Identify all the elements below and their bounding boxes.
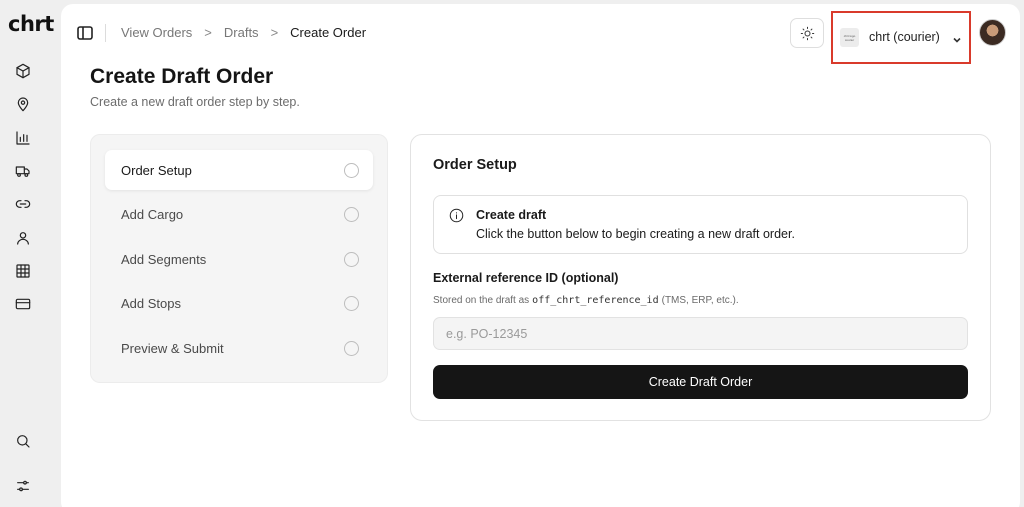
step-label: Add Segments xyxy=(121,251,207,267)
step-status-circle xyxy=(344,207,359,222)
org-name: chrt (courier) xyxy=(869,30,940,44)
page-title: Create Draft Order xyxy=(90,65,274,88)
breadcrumb-separator: > xyxy=(204,25,212,40)
package-icon[interactable] xyxy=(14,62,32,80)
theme-toggle-button[interactable] xyxy=(790,18,824,48)
card-title: Order Setup xyxy=(433,157,517,173)
sliders-icon[interactable] xyxy=(14,477,32,495)
chevron-down-icon xyxy=(952,32,962,43)
org-avatar: chrt logo courier xyxy=(840,28,859,47)
step-add-stops[interactable]: Add Stops xyxy=(105,283,373,323)
step-status-circle xyxy=(344,252,359,267)
info-alert: Create draft Click the button below to b… xyxy=(433,195,968,254)
breadcrumb: View Orders > Drafts > Create Order xyxy=(121,25,366,40)
link-icon[interactable] xyxy=(14,195,32,213)
step-label: Order Setup xyxy=(121,162,192,178)
info-title: Create draft xyxy=(476,208,547,222)
breadcrumb-separator: > xyxy=(270,25,279,40)
breadcrumb-view-orders[interactable]: View Orders xyxy=(121,25,192,40)
steps-panel: Order Setup Add Cargo Add Segments Add S… xyxy=(90,134,388,383)
step-status-circle xyxy=(344,296,359,311)
user-avatar[interactable] xyxy=(979,19,1006,46)
reference-id-help: Stored on the draft as off_chrt_referenc… xyxy=(433,295,739,306)
create-draft-order-button[interactable]: Create Draft Order xyxy=(433,365,968,399)
truck-icon[interactable] xyxy=(14,162,32,180)
step-status-circle xyxy=(344,163,359,178)
breadcrumb-current: Create Order xyxy=(290,25,367,40)
sun-icon xyxy=(800,26,814,40)
step-label: Add Cargo xyxy=(121,206,184,222)
breadcrumb-drafts[interactable]: Drafts xyxy=(224,25,259,40)
order-setup-card: Order Setup Create draft Click the butto… xyxy=(410,134,991,421)
step-add-cargo[interactable]: Add Cargo xyxy=(105,194,373,234)
map-pin-icon[interactable] xyxy=(14,95,32,113)
org-switcher[interactable]: chrt logo courier chrt (courier) xyxy=(831,11,971,64)
reference-id-input[interactable] xyxy=(433,317,968,350)
bar-chart-icon[interactable] xyxy=(14,129,32,147)
divider xyxy=(105,24,106,42)
info-text: Click the button below to begin creating… xyxy=(476,227,795,241)
step-label: Add Stops xyxy=(121,295,181,311)
reference-id-label: External reference ID (optional) xyxy=(433,271,619,285)
sidebar-toggle-icon[interactable] xyxy=(77,26,93,40)
user-icon[interactable] xyxy=(14,229,32,247)
help-suffix: (TMS, ERP, etc.). xyxy=(661,295,739,306)
top-bar: View Orders > Drafts > Create Order chrt… xyxy=(61,4,1020,64)
page-subtitle: Create a new draft order step by step. xyxy=(90,95,300,109)
info-icon xyxy=(449,208,464,223)
table-icon[interactable] xyxy=(14,262,32,280)
left-rail: chrt xyxy=(0,0,61,507)
step-label: Preview & Submit xyxy=(121,340,224,356)
help-prefix: Stored on the draft as xyxy=(433,295,530,306)
step-order-setup[interactable]: Order Setup xyxy=(105,150,373,190)
main-panel: View Orders > Drafts > Create Order chrt… xyxy=(61,4,1020,507)
search-icon[interactable] xyxy=(14,432,32,450)
help-code: off_chrt_reference_id xyxy=(532,295,659,306)
step-preview-submit[interactable]: Preview & Submit xyxy=(105,328,373,368)
step-status-circle xyxy=(344,341,359,356)
credit-card-icon[interactable] xyxy=(14,295,32,313)
step-add-segments[interactable]: Add Segments xyxy=(105,239,373,279)
app-logo[interactable]: chrt xyxy=(8,12,54,36)
